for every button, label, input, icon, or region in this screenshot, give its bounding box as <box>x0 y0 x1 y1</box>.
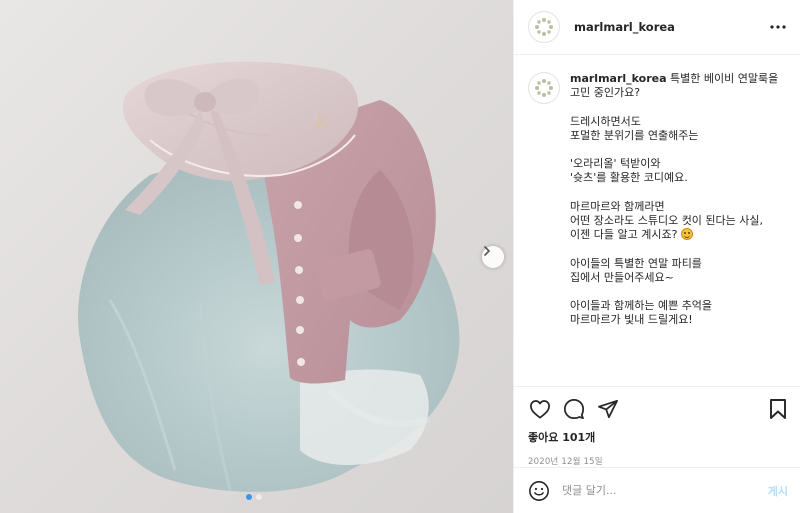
caption-line: 어떤 장소라도 스튜디오 컷이 된다는 사실, <box>570 213 764 227</box>
comment-form: 게시 <box>514 467 800 513</box>
next-slide-button[interactable] <box>482 246 504 268</box>
comment-input[interactable] <box>562 484 768 497</box>
caption-line: 포멀한 분위기를 연출해주는 <box>570 128 699 142</box>
caption-line: 집에서 만들어주세요~ <box>570 270 674 284</box>
caption-paragraph: 아이들과 함께하는 예쁜 추억을 마르마르가 빛내 드릴게요! <box>570 299 785 327</box>
post-side-panel: marlmarl_korea marlmarl_korea 특별한 베이비 연말… <box>513 0 800 513</box>
carousel-dot <box>256 494 262 500</box>
caption-line: 아이들과 함께하는 예쁜 추억을 <box>570 299 713 313</box>
paper-plane-icon <box>598 399 618 419</box>
comment-bubble-icon <box>563 398 585 420</box>
post-date[interactable]: 2020년 12월 15일 <box>528 455 790 467</box>
caption-line: 아이들의 특별한 연말 파티를 <box>570 256 702 270</box>
caption-scroll-area[interactable]: marlmarl_korea 특별한 베이비 연말룩을 고민 중인가요? 드레시… <box>528 72 790 384</box>
brand-logo-icon <box>535 18 553 36</box>
caption-paragraph: 마르마르와 함께라면 어떤 장소라도 스튜디오 컷이 된다는 사실, 이젠 다들… <box>570 200 785 243</box>
likes-count[interactable]: 좋아요 101개 <box>528 429 790 445</box>
caption-line: 드레시하면서도 <box>570 114 641 128</box>
like-button[interactable] <box>528 397 552 421</box>
caption-row: marlmarl_korea 특별한 베이비 연말룩을 고민 중인가요? 드레시… <box>528 72 790 342</box>
smiley-icon[interactable] <box>528 480 550 502</box>
svg-text:K: K <box>314 112 330 133</box>
carousel-indicator <box>246 494 262 500</box>
share-button[interactable] <box>596 397 620 421</box>
brand-logo-icon <box>535 79 553 97</box>
caption-line: '오라리올' 턱받이와 <box>570 157 661 171</box>
post-header: marlmarl_korea <box>514 0 800 55</box>
outfit-photo-illustration: K <box>78 61 460 492</box>
caption-first-paragraph: marlmarl_korea 특별한 베이비 연말룩을 고민 중인가요? <box>570 72 785 100</box>
more-options-button[interactable] <box>768 20 788 34</box>
action-icons-row <box>528 397 790 421</box>
caption-line: 마르마르가 빛내 드릴게요! <box>570 313 693 327</box>
bookmark-icon <box>770 399 786 419</box>
caption-line: 이젠 다들 알고 계시죠? <box>570 228 678 242</box>
caption-paragraph: 아이들의 특별한 연말 파티를 집에서 만들어주세요~ <box>570 257 785 285</box>
post-comment-button[interactable]: 게시 <box>768 483 788 499</box>
save-button[interactable] <box>766 397 790 421</box>
caption-line: '슛츠'를 활용한 코디예요. <box>570 171 688 185</box>
heart-icon <box>530 400 550 419</box>
caption-paragraph: '오라리올' 턱받이와 '슛츠'를 활용한 코디예요. <box>570 157 785 185</box>
comment-button[interactable] <box>562 397 586 421</box>
caption-text: marlmarl_korea 특별한 베이비 연말룩을 고민 중인가요? 드레시… <box>570 72 785 342</box>
caption-paragraph: 드레시하면서도 포멀한 분위기를 연출해주는 <box>570 115 785 143</box>
more-horizontal-icon <box>770 25 786 29</box>
caption-username[interactable]: marlmarl_korea <box>570 72 667 85</box>
post-photo[interactable]: K <box>0 0 513 513</box>
smiley-emoji-icon <box>680 228 693 241</box>
caption-line: 마르마르와 함께라면 <box>570 199 665 213</box>
post-actions: 좋아요 101개 2020년 12월 15일 <box>514 386 800 467</box>
carousel-dot-active <box>246 494 252 500</box>
caption-avatar[interactable] <box>528 72 560 104</box>
header-username[interactable]: marlmarl_korea <box>574 20 768 34</box>
avatar[interactable] <box>528 11 560 43</box>
chevron-right-icon <box>484 246 490 256</box>
